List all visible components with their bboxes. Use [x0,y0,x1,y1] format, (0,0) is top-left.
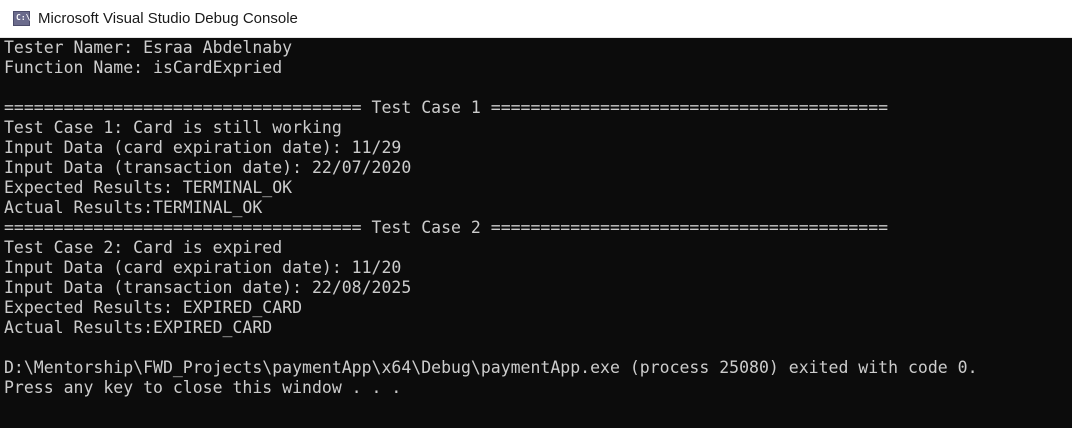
console-line-blank-2 [4,338,978,358]
console-line-case2-expected: Expected Results: EXPIRED_CARD [4,298,303,317]
console-line-case2-expiration: Input Data (card expiration date): 11/20 [4,258,402,277]
console-line-separator-2: ==================================== Tes… [4,218,889,237]
console-line-function: Function Name: isCardExpried [4,58,283,77]
console-line-blank [4,78,978,98]
console-line-case1-title: Test Case 1: Card is still working [4,118,342,137]
console-line-separator-1: ==================================== Tes… [4,98,889,117]
console-line-case1-expected: Expected Results: TERMINAL_OK [4,178,293,197]
console-line-case1-actual: Actual Results:TERMINAL_OK [4,198,263,217]
console-line-case2-transaction: Input Data (transaction date): 22/08/202… [4,278,412,297]
console-line-tester: Tester Namer: Esraa Abdelnaby [4,38,293,57]
title-bar[interactable]: C:\ Microsoft Visual Studio Debug Consol… [0,0,1072,38]
console-line-case1-transaction: Input Data (transaction date): 22/07/202… [4,158,412,177]
console-line-case1-expiration: Input Data (card expiration date): 11/29 [4,138,402,157]
console-line-case2-title: Test Case 2: Card is expired [4,238,283,257]
debug-console-window: C:\ Microsoft Visual Studio Debug Consol… [0,0,1072,428]
console-app-icon: C:\ [13,11,30,26]
console-line-case2-actual: Actual Results:EXPIRED_CARD [4,318,273,337]
window-title: Microsoft Visual Studio Debug Console [38,10,298,27]
console-lines: Tester Namer: Esraa Abdelnaby Function N… [4,38,978,398]
console-output[interactable]: Tester Namer: Esraa Abdelnaby Function N… [0,38,1072,428]
console-line-press-any-key: Press any key to close this window . . . [4,378,402,397]
console-app-icon-glyph: C:\ [16,13,31,22]
console-line-exit-status: D:\Mentorship\FWD_Projects\paymentApp\x6… [4,358,978,377]
